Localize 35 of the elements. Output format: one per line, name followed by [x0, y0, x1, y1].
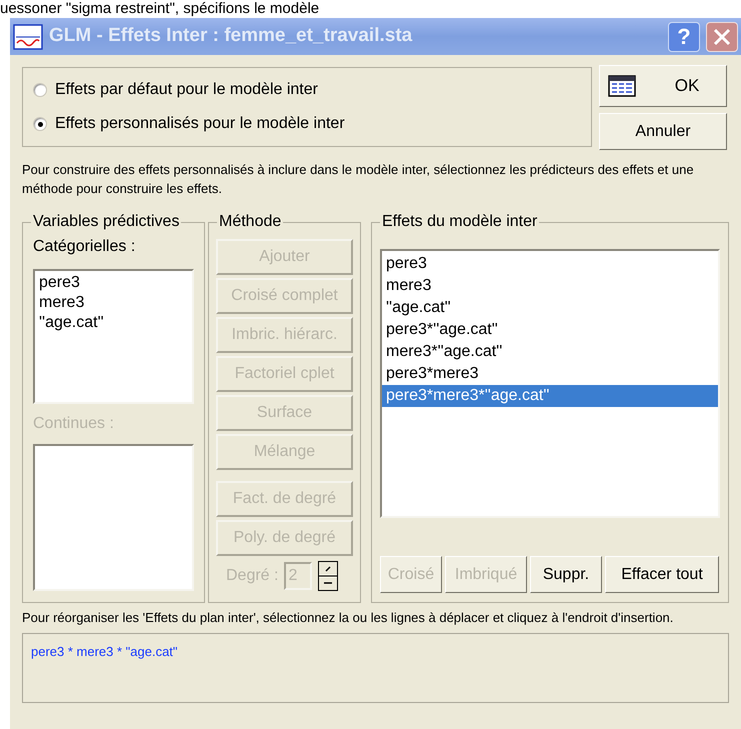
effect-button[interactable]: Effacer tout: [605, 556, 719, 593]
list-box[interactable]: pere3 mere3 ''age.cat'': [33, 269, 194, 404]
radio-button[interactable]: [33, 117, 47, 131]
list-item[interactable]: ''age.cat'': [382, 297, 718, 319]
help-button[interactable]: ?: [668, 22, 700, 52]
spin-button[interactable]: [318, 561, 338, 591]
formula-text: pere3 * mere3 * "age.cat": [31, 644, 178, 659]
list-box[interactable]: [33, 444, 194, 591]
list-item[interactable]: pere3*mere3*''age.cat'': [382, 385, 718, 407]
background-text: uessoner "sigma restreint", spécifions le modèle: [0, 0, 320, 18]
app-icon: [13, 24, 43, 50]
list-item[interactable]: pere3: [382, 253, 718, 275]
hint-text: Pour réorganiser les 'Effets du plan inter', sélectionnez la ou les lignes à déplacer et cliquez à l'endroit d'insertion.: [22, 609, 674, 627]
radio-button[interactable]: [33, 83, 47, 97]
list-item[interactable]: mere3*''age.cat'': [382, 341, 718, 363]
table-icon: [608, 75, 636, 97]
list-item[interactable]: pere3*''age.cat'': [382, 319, 718, 341]
group-title: Variables prédictives: [31, 212, 182, 232]
list-item[interactable]: pere3*mere3: [382, 363, 718, 385]
radio-option[interactable]: Effets par défaut pour le modèle inter: [33, 78, 591, 102]
instructions-text: Pour construire des effets personnalisés à inclure dans le modèle inter, sélectionnez les prédicteurs des effets et une méthode pour construire les effets.: [22, 161, 695, 198]
window-title: GLM - Effets Inter : femme_et_travail.sta: [49, 24, 412, 48]
formula-field[interactable]: pere3 * mere3 * "age.cat": [22, 633, 729, 703]
ok-button[interactable]: OK: [599, 65, 727, 107]
list-item[interactable]: mere3: [382, 275, 718, 297]
list-item[interactable]: pere3: [39, 273, 192, 293]
close-button[interactable]: [706, 22, 738, 52]
list-box[interactable]: pere3 mere3 ''age.cat'' pere3*''age.cat'' mere3*''age.cat'' pere3*mere3 pere3*mere3*''age.cat'': [380, 249, 720, 518]
effect-button[interactable]: Suppr.: [530, 556, 602, 593]
radio-option[interactable]: Effets personnalisés pour le modèle inter: [33, 112, 591, 136]
list-item[interactable]: ''age.cat'': [39, 313, 192, 333]
field-label: Catégorielles :: [33, 237, 136, 257]
close-icon: [712, 26, 732, 46]
list-item[interactable]: mere3: [39, 293, 192, 313]
cancel-button[interactable]: Annuler: [599, 113, 727, 150]
